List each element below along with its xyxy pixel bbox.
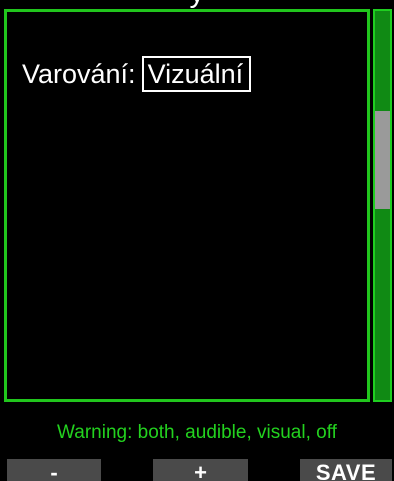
screen-title: y: [0, 0, 394, 8]
minus-button[interactable]: -: [7, 459, 101, 481]
plus-button[interactable]: +: [153, 459, 248, 481]
warning-value-selector[interactable]: Vizuální: [141, 56, 252, 92]
scrollbar-thumb[interactable]: [375, 111, 390, 209]
warning-setting-row[interactable]: Varování: Vizuální: [22, 55, 252, 93]
options-hint: Warning: both, audible, visual, off: [57, 422, 337, 443]
title-bar: y: [0, 0, 394, 9]
settings-panel: Varování: Vizuální: [4, 9, 370, 402]
warning-label: Varování:: [22, 58, 136, 89]
save-button[interactable]: SAVE: [300, 459, 392, 481]
scrollbar[interactable]: [373, 9, 392, 402]
